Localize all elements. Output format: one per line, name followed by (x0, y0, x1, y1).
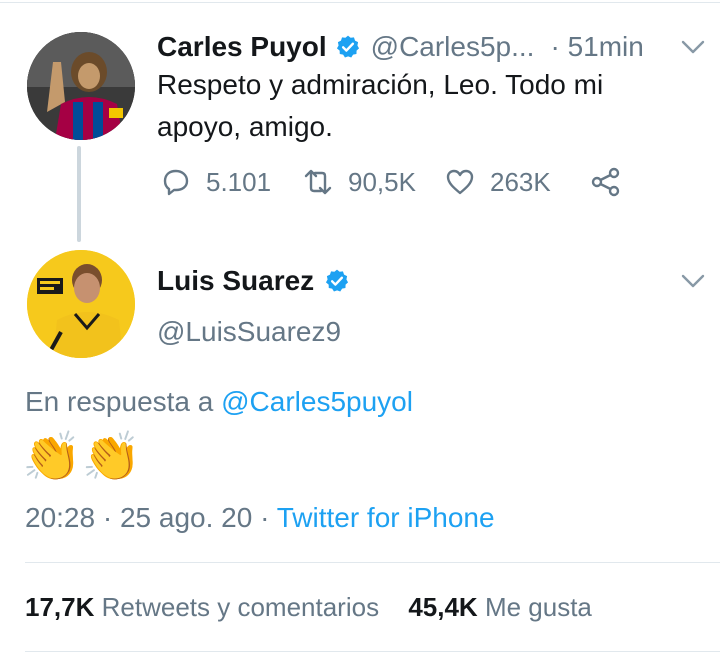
verified-icon (326, 269, 349, 292)
reply-to-link[interactable]: @Carles5puyol (221, 386, 413, 417)
tweet-timestamp[interactable]: 20:28 · 25 ago. 20 · (25, 502, 269, 533)
tweet-meta: 20:28 · 25 ago. 20 · Twitter for iPhone (25, 502, 495, 534)
author-handle[interactable]: @LuisSuarez9 (157, 316, 341, 348)
stats-top-divider (25, 562, 720, 563)
thread-connector-line (77, 146, 81, 242)
retweet-action[interactable]: 90,5K (302, 166, 416, 198)
tweet-emoji-content: 👏👏 (22, 430, 142, 486)
likes-count: 45,4K (408, 592, 478, 622)
tweet-time[interactable]: · 51min (550, 31, 643, 63)
reply-context: En respuesta a @Carles5puyol (25, 386, 413, 418)
tweet-text: Respeto y admiración, Leo. Todo mi apoyo… (157, 69, 604, 142)
reply-action[interactable]: 5.101 (160, 166, 271, 198)
clapping-hands-emoji: 👏👏 (22, 431, 142, 484)
author-name[interactable]: Carles Puyol (157, 31, 327, 63)
retweet-count: 90,5K (348, 166, 416, 197)
retweets-count: 17,7K (25, 592, 95, 622)
retweets-label: Retweets y comentarios (101, 592, 380, 622)
chevron-down-icon[interactable] (680, 38, 706, 56)
retweet-icon (304, 169, 332, 195)
verified-icon (336, 35, 359, 58)
top-divider (0, 2, 720, 3)
like-icon (446, 169, 474, 195)
like-action[interactable]: 263K (444, 166, 551, 198)
like-count: 263K (490, 166, 551, 197)
likes-stat[interactable]: 45,4K Me gusta (408, 592, 592, 622)
retweets-stat[interactable]: 17,7K Retweets y comentarios (25, 592, 386, 622)
stats-bottom-divider (25, 651, 720, 652)
author-name[interactable]: Luis Suarez (157, 265, 314, 297)
chevron-down-icon[interactable] (680, 272, 706, 290)
share-icon[interactable] (590, 166, 622, 198)
puyol-photo (27, 32, 135, 140)
reply-count: 5.101 (206, 166, 272, 197)
author-handle[interactable]: @Carles5p... (371, 31, 535, 63)
tweet-stats: 17,7K Retweets y comentarios 45,4K Me gu… (25, 592, 592, 623)
likes-label: Me gusta (484, 592, 592, 622)
suarez-photo (27, 250, 135, 358)
reply-prefix: En respuesta a (25, 386, 214, 417)
tweet-source-link[interactable]: Twitter for iPhone (277, 502, 495, 533)
puyol-avatar[interactable] (27, 32, 135, 140)
suarez-avatar[interactable] (27, 250, 135, 358)
reply-icon (163, 169, 189, 196)
